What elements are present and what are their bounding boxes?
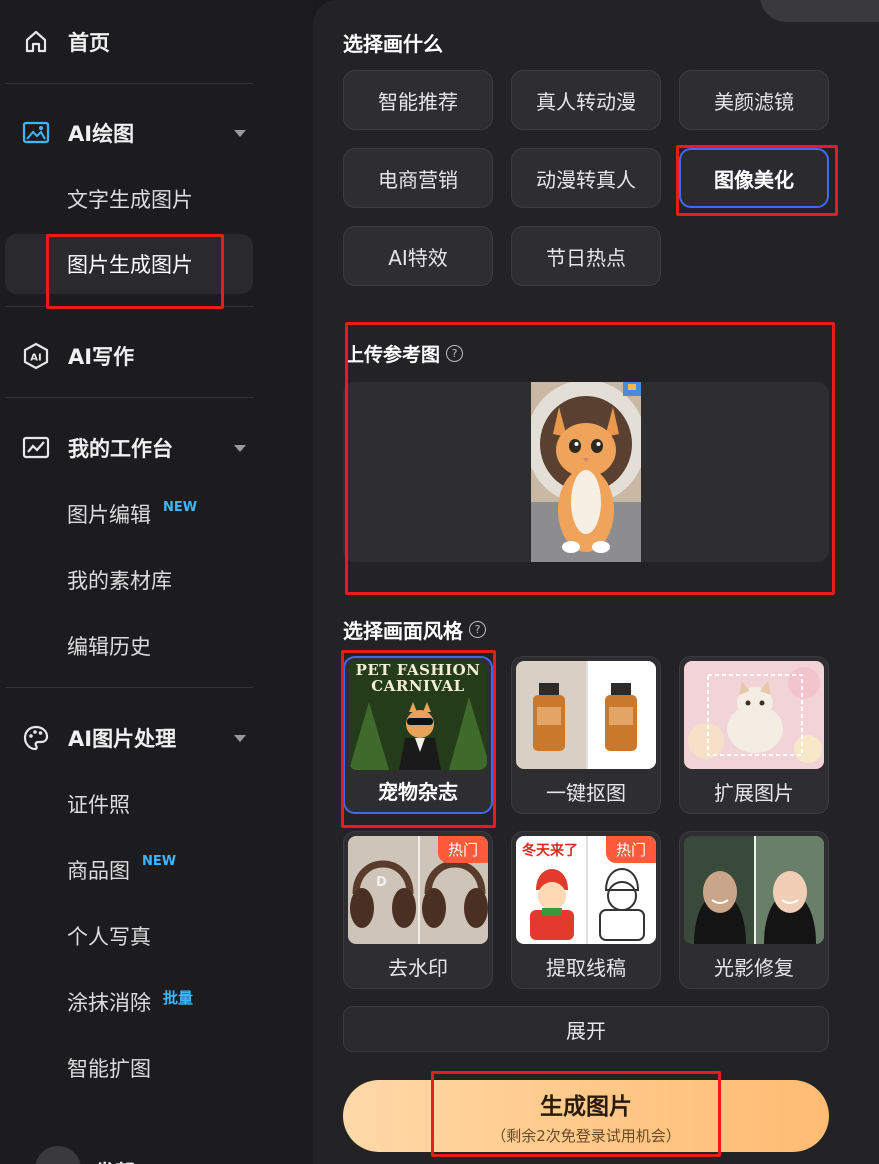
sidebar-item-id-photo[interactable]: 证件照	[5, 774, 253, 834]
category-chip[interactable]: 智能推荐	[343, 70, 493, 130]
upload-title: 上传参考图 ?	[345, 340, 464, 367]
sidebar-item-image-to-image[interactable]: 图片生成图片	[5, 234, 253, 294]
hot-badge: 热门	[438, 836, 488, 863]
style-card-label: 一键抠图	[546, 780, 626, 805]
style-card-label: 宠物杂志	[378, 779, 458, 804]
sidebar-item-image-edit[interactable]: 图片编辑 NEW	[5, 484, 253, 544]
sidebar: 首页 AI绘图 文字生成图片 图片生成图片 AI AI写作 我的工作台 图片编辑…	[0, 0, 313, 1164]
sidebar-item-label: 智能扩图	[67, 1057, 151, 1081]
style-card-label: 光影修复	[714, 955, 794, 980]
generate-button[interactable]: 生成图片 （剩余2次免登录试用机会）	[343, 1080, 829, 1152]
nav-ai-image-processing[interactable]: AI图片处理	[0, 710, 253, 766]
nav-ai-image-label: AI图片处理	[68, 727, 177, 751]
style-card-light-repair[interactable]: 光影修复	[679, 831, 829, 989]
svg-text:D: D	[376, 875, 387, 890]
thumb-caption: 冬天来了	[522, 843, 578, 859]
chevron-down-icon[interactable]	[234, 444, 246, 452]
nav-home[interactable]: 首页	[0, 14, 253, 70]
help-question-icon[interactable]: ?	[469, 621, 486, 638]
help-question-icon[interactable]: ?	[446, 345, 464, 362]
palette-icon	[22, 724, 50, 752]
sidebar-item-text-to-image[interactable]: 文字生成图片	[5, 169, 253, 229]
sidebar-item-portrait[interactable]: 个人写真	[5, 906, 253, 966]
expand-thumbnail	[684, 661, 824, 769]
chevron-down-icon[interactable]	[234, 129, 246, 137]
sidebar-item-erase[interactable]: 涂抹消除 批量	[5, 972, 253, 1032]
sidebar-item-label: 我的素材库	[67, 569, 172, 593]
pet-magazine-thumbnail: PET FASHION CARNIVAL	[349, 662, 487, 770]
upload-title-text: 上传参考图	[345, 344, 441, 366]
new-badge: NEW	[163, 500, 198, 515]
sidebar-item-label: 图片生成图片	[67, 253, 193, 277]
svg-text:AI: AI	[30, 353, 41, 364]
nav-ai-writing[interactable]: AI AI写作	[0, 328, 253, 384]
category-chip[interactable]: 电商营销	[343, 148, 493, 208]
style-card-line-art[interactable]: 冬天来了 热门 提取线稿	[511, 831, 661, 989]
category-chip[interactable]: 节日热点	[511, 226, 661, 286]
cutout-thumbnail	[516, 661, 656, 769]
expand-button[interactable]: 展开	[343, 1006, 829, 1052]
style-card-cutout[interactable]: 一键抠图	[511, 656, 661, 814]
uploaded-cat-image	[531, 382, 641, 562]
nav-ai-writing-label: AI写作	[68, 345, 135, 369]
upload-area[interactable]	[343, 382, 829, 562]
ai-hexagon-icon: AI	[22, 342, 50, 370]
sidebar-item-label: 证件照	[67, 793, 130, 817]
style-title-text: 选择画面风格	[343, 619, 463, 643]
sidebar-item-product-image[interactable]: 商品图 NEW	[5, 840, 253, 900]
style-card-label: 扩展图片	[714, 780, 794, 805]
category-chip[interactable]: 美颜滤镜	[679, 70, 829, 130]
chart-line-icon	[22, 434, 50, 462]
style-card-expand-image[interactable]: 扩展图片	[679, 656, 829, 814]
divider	[5, 687, 253, 688]
nav-ai-drawing-label: AI绘图	[68, 122, 135, 146]
style-card-label: 提取线稿	[546, 955, 626, 980]
chevron-down-icon[interactable]	[234, 734, 246, 742]
sidebar-item-label: 涂抹消除	[67, 991, 151, 1015]
category-chip[interactable]: AI特效	[343, 226, 493, 286]
style-card-label: 去水印	[388, 955, 448, 980]
divider	[5, 397, 253, 398]
home-icon	[22, 28, 50, 56]
style-card-remove-watermark[interactable]: D 热门 去水印	[343, 831, 493, 989]
light-repair-thumbnail	[684, 836, 824, 944]
sidebar-item-label: 图片编辑	[67, 503, 151, 527]
new-badge: NEW	[142, 854, 177, 869]
sidebar-item-label: 商品图	[67, 859, 130, 883]
hot-badge: 热门	[606, 836, 656, 863]
top-pill[interactable]	[760, 0, 879, 22]
category-chip[interactable]: 真人转动漫	[511, 70, 661, 130]
thumb-title-line-2: CARNIVAL	[371, 677, 465, 695]
thumb-title-line-1: PET FASHION	[355, 662, 481, 679]
batch-badge: 批量	[163, 989, 194, 1007]
divider	[5, 306, 253, 307]
help-label: 发帮	[95, 1156, 135, 1164]
choose-title: 选择画什么	[343, 28, 443, 57]
divider	[5, 83, 253, 84]
nav-workbench[interactable]: 我的工作台	[0, 420, 253, 476]
help-avatar[interactable]	[35, 1146, 81, 1164]
sidebar-item-material-library[interactable]: 我的素材库	[5, 550, 253, 610]
nav-ai-drawing[interactable]: AI绘图	[0, 105, 253, 161]
category-chip-selected[interactable]: 图像美化	[679, 148, 829, 208]
sidebar-item-smart-expand[interactable]: 智能扩图	[5, 1038, 253, 1098]
sidebar-item-edit-history[interactable]: 编辑历史	[5, 616, 253, 676]
sidebar-item-label: 文字生成图片	[67, 188, 193, 212]
sidebar-item-label: 个人写真	[67, 925, 151, 949]
generate-button-label: 生成图片	[540, 1093, 632, 1120]
choose-title-text: 选择画什么	[343, 32, 443, 56]
image-frame-icon	[22, 119, 50, 147]
category-chip[interactable]: 动漫转真人	[511, 148, 661, 208]
generate-button-sublabel: （剩余2次免登录试用机会）	[491, 1126, 681, 1145]
sidebar-item-label: 编辑历史	[67, 635, 151, 659]
style-title: 选择画面风格 ?	[343, 615, 486, 644]
style-card-pet-magazine[interactable]: PET FASHION CARNIVAL 宠物杂志	[343, 656, 493, 814]
nav-home-label: 首页	[68, 31, 110, 55]
nav-workbench-label: 我的工作台	[68, 437, 173, 461]
